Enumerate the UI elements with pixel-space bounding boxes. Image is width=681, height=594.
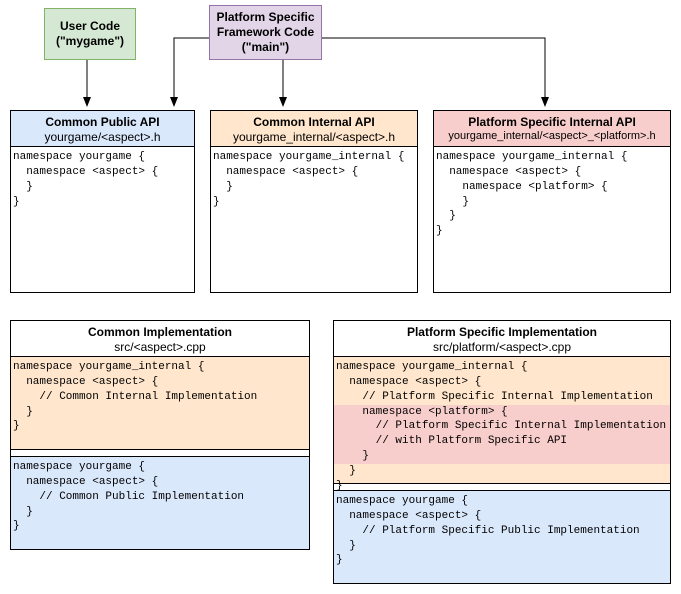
pia-path: yourgame_internal/<aspect>_<platform>.h (436, 130, 668, 144)
common-internal-api-box: Common Internal API yourgame_internal/<a… (210, 110, 418, 293)
platform-internal-api-box: Platform Specific Internal API yourgame_… (433, 110, 671, 293)
cpa-code: namespace yourgame { namespace <aspect> … (11, 147, 194, 293)
cpa-title: Common Public API (13, 115, 192, 130)
pi-internal-block: namespace yourgame_internal { namespace … (334, 357, 670, 483)
cpa-path: yourgame/<aspect>.h (13, 130, 192, 145)
ci-path: src/<aspect>.cpp (13, 340, 307, 355)
ci-public-code: namespace yourgame { namespace <aspect> … (11, 457, 309, 550)
pi-path: src/platform/<aspect>.cpp (336, 340, 668, 355)
user-code-title: User Code (47, 19, 133, 34)
pi-internal-platform: namespace <platform> { // Platform Speci… (334, 405, 670, 464)
user-code-sub: ("mygame") (47, 34, 133, 49)
platform-impl-box: Platform Specific Implementation src/pla… (333, 320, 671, 584)
pia-code: namespace yourgame_internal { namespace … (434, 147, 670, 293)
pi-public-code: namespace yourgame { namespace <aspect> … (334, 491, 670, 584)
pi-internal-head: namespace yourgame_internal { namespace … (334, 357, 670, 405)
common-impl-box: Common Implementation src/<aspect>.cpp n… (10, 320, 310, 550)
framework-box: Platform Specific Framework Code ("main"… (209, 5, 322, 60)
framework-l3: ("main") (212, 40, 319, 55)
cia-code: namespace yourgame_internal { namespace … (211, 147, 417, 293)
pi-title: Platform Specific Implementation (336, 325, 668, 340)
pia-title: Platform Specific Internal API (436, 115, 668, 130)
common-public-api-box: Common Public API yourgame/<aspect>.h na… (10, 110, 195, 293)
cia-path: yourgame_internal/<aspect>.h (213, 130, 415, 145)
ci-title: Common Implementation (13, 325, 307, 340)
user-code-box: User Code ("mygame") (44, 8, 136, 60)
cia-title: Common Internal API (213, 115, 415, 130)
pi-internal-tail: } } (334, 464, 670, 496)
framework-l2: Framework Code (212, 25, 319, 40)
framework-l1: Platform Specific (212, 10, 319, 25)
ci-internal-code: namespace yourgame_internal { namespace … (11, 357, 309, 449)
